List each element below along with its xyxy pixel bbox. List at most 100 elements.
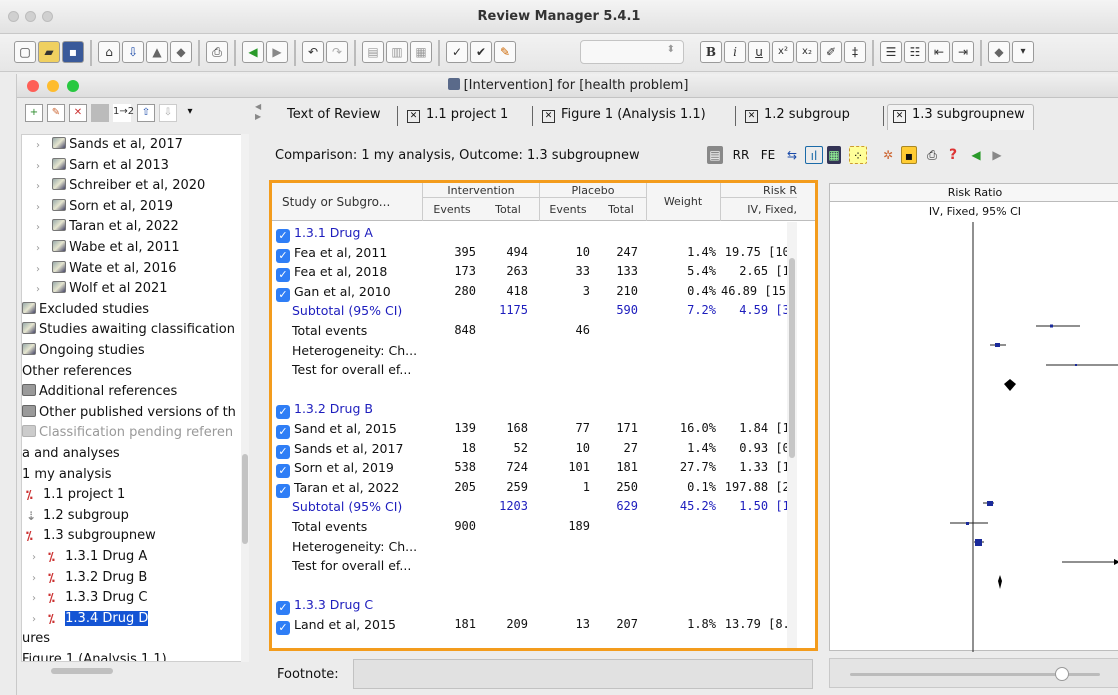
draw-icon[interactable]: ✐ <box>820 41 842 63</box>
include-checkbox[interactable]: ✓ <box>276 268 290 283</box>
tree-item[interactable]: Ongoing studies <box>22 341 145 361</box>
notes-icon[interactable]: ▪ <box>901 146 917 164</box>
next-arrow-icon[interactable]: ▶ <box>989 146 1005 164</box>
pane-splitter[interactable]: ◀ ▶ <box>253 100 261 690</box>
paste-icon[interactable]: ▦ <box>410 41 432 63</box>
table-row[interactable]: ✓ Fea et al, 2018 173 263 33 133 5.4% 2.65 [1. <box>272 262 802 283</box>
close-tab-icon[interactable]: ✕ <box>407 110 420 123</box>
outline-more-icon[interactable]: ▾ <box>181 104 199 122</box>
upload-icon[interactable]: ▲ <box>146 41 168 63</box>
table-row[interactable]: ✓ Land et al, 2015 181 209 13 207 1.8% 13.79 [8… <box>272 615 802 635</box>
table-row[interactable]: ✓ 1.3.1 Drug A <box>272 223 802 243</box>
switch-columns-icon[interactable]: ⇆ <box>783 146 801 164</box>
move-up-icon[interactable]: ⇧ <box>137 104 155 122</box>
forest-scale-slider[interactable] <box>829 658 1118 688</box>
table-row[interactable]: ✓ Sorn et al, 2019 538 724 101 181 27.7% 1.33 [… <box>272 458 802 479</box>
forest-plot-icon[interactable]: ıl <box>805 146 823 164</box>
tree-item[interactable]: Excluded studies <box>22 300 149 320</box>
tree-item[interactable]: ⁒ 1.1 project 1 <box>22 485 125 505</box>
outdent-icon[interactable]: ⇤ <box>928 41 950 63</box>
superscript-button[interactable]: x² <box>772 41 794 63</box>
include-checkbox[interactable]: ✓ <box>276 621 290 635</box>
outline-tree[interactable]: › Sands et al, 2017 › Sarn et al 2013 › Sc… <box>21 134 249 662</box>
print-icon[interactable]: ⎙ <box>206 41 228 63</box>
tree-item[interactable]: › Taran et al, 2022 <box>22 217 179 237</box>
expand-chevron-icon[interactable]: › <box>36 260 48 280</box>
include-checkbox[interactable]: ✓ <box>276 405 290 420</box>
tree-item[interactable]: 1 my analysis <box>22 465 112 485</box>
include-checkbox[interactable]: ✓ <box>276 601 290 616</box>
expand-chevron-icon[interactable]: › <box>32 548 44 568</box>
copy-icon[interactable]: ▥ <box>386 41 408 63</box>
tree-item[interactable]: › Wate et al, 2016 <box>22 259 177 279</box>
underline-button[interactable]: u <box>748 41 770 63</box>
expand-chevron-icon[interactable]: › <box>36 198 48 218</box>
study-column-header[interactable]: Study or Subgro... <box>282 195 412 209</box>
spellcheck-auto-icon[interactable]: ✔ <box>470 41 492 63</box>
table-row[interactable]: ✓ 1.3.2 Drug B <box>272 399 802 420</box>
data-grid-icon[interactable]: ⁘ <box>849 146 867 164</box>
tree-item[interactable]: › Sarn et al 2013 <box>22 156 169 176</box>
delete-item-icon[interactable]: ✕ <box>69 104 87 122</box>
tag-icon[interactable]: ◆ <box>170 41 192 63</box>
table-row[interactable]: ✓ 1.3.3 Drug C <box>272 595 802 616</box>
include-checkbox[interactable]: ✓ <box>276 248 290 263</box>
help-icon[interactable]: ? <box>945 146 961 164</box>
expand-chevron-icon[interactable]: › <box>36 177 48 197</box>
tree-item[interactable]: › ⁒ 1.3.1 Drug A <box>22 547 147 567</box>
include-checkbox[interactable]: ✓ <box>276 425 290 439</box>
bold-button[interactable]: B <box>700 41 722 63</box>
previous-arrow-icon[interactable]: ◀ <box>967 146 985 164</box>
effect-measure-button[interactable]: RR <box>729 146 753 164</box>
tab-subgroupnew[interactable]: ✕ 1.3 subgroupnew <box>893 107 1025 127</box>
table-row[interactable]: ✓ Sand et al, 2015 139 168 77 171 16.0% 1.84 [1… <box>272 419 802 439</box>
bullet-list-icon[interactable]: ☰ <box>880 41 902 63</box>
forward-arrow-icon[interactable]: ▶ <box>266 41 288 63</box>
tree-item[interactable]: › ⁒ 1.3.4 Drug D <box>22 609 149 629</box>
tree-item[interactable]: Studies awaiting classification <box>22 320 235 340</box>
tag-icon-2[interactable]: ◆ <box>988 41 1010 63</box>
expand-chevron-icon[interactable]: › <box>32 589 44 609</box>
undo-icon[interactable]: ↶ <box>302 41 324 63</box>
move-down-icon[interactable]: ⇩ <box>159 104 177 122</box>
tree-item[interactable]: ures <box>22 629 50 649</box>
tab-subgroup[interactable]: ✕ 1.2 subgroup <box>745 107 850 127</box>
symbol-icon[interactable]: ‡ <box>844 41 866 63</box>
highlight-icon[interactable]: ✎ <box>494 41 516 63</box>
edit-item-icon[interactable]: ✎ <box>47 104 65 122</box>
save-icon[interactable]: ▪ <box>62 41 84 63</box>
expand-chevron-icon[interactable]: › <box>36 280 48 300</box>
include-checkbox[interactable]: ✓ <box>276 483 290 498</box>
print-analysis-icon[interactable]: ⎙ <box>923 146 941 164</box>
tree-item[interactable]: › Sorn et al, 2019 <box>22 197 173 217</box>
tree-item[interactable]: › ⁒ 1.3.2 Drug B <box>22 568 147 588</box>
tree-item[interactable]: ⁒ 1.3 subgroupnew <box>22 526 156 546</box>
tree-item[interactable]: Figure 1 (Analysis 1.1) <box>22 650 167 661</box>
tree-item[interactable]: Other published versions of th <box>22 403 236 423</box>
settings-icon[interactable]: ✲ <box>879 146 897 164</box>
subscript-button[interactable]: x₂ <box>796 41 818 63</box>
include-checkbox[interactable]: ✓ <box>276 444 290 459</box>
tree-item[interactable]: Other references <box>22 362 132 382</box>
numbering-icon[interactable]: 1→2 <box>113 104 134 122</box>
tab-text-of-review[interactable]: Text of Review <box>287 107 380 127</box>
include-checkbox[interactable]: ✓ <box>276 229 290 243</box>
include-checkbox[interactable]: ✓ <box>276 287 290 302</box>
tab-figure-1[interactable]: ✕ Figure 1 (Analysis 1.1) <box>542 107 706 127</box>
download-icon[interactable]: ⇩ <box>122 41 144 63</box>
tree-item[interactable]: ⇣ 1.2 subgroup <box>22 506 129 526</box>
table-row[interactable]: ✓ Fea et al, 2011 395 494 10 247 1.4% 19.75 [10… <box>272 243 802 263</box>
new-file-icon[interactable]: ▢ <box>14 41 36 63</box>
tab-project-1[interactable]: ✕ 1.1 project 1 <box>407 107 508 127</box>
table-view-icon[interactable]: ▤ <box>707 146 723 164</box>
indent-icon[interactable]: ⇥ <box>952 41 974 63</box>
tree-item[interactable]: Classification pending referen <box>22 423 233 443</box>
expand-chevron-icon[interactable]: › <box>36 218 48 238</box>
tree-item[interactable]: › ⁒ 1.3.3 Drug C <box>22 588 147 608</box>
add-item-icon[interactable]: + <box>25 104 43 122</box>
slider-knob[interactable] <box>1055 667 1069 681</box>
analysis-model-button[interactable]: FE <box>757 146 779 164</box>
include-checkbox[interactable]: ✓ <box>276 464 290 479</box>
style-select[interactable]: ⬍ <box>580 40 684 64</box>
close-tab-icon[interactable]: ✕ <box>542 110 555 123</box>
